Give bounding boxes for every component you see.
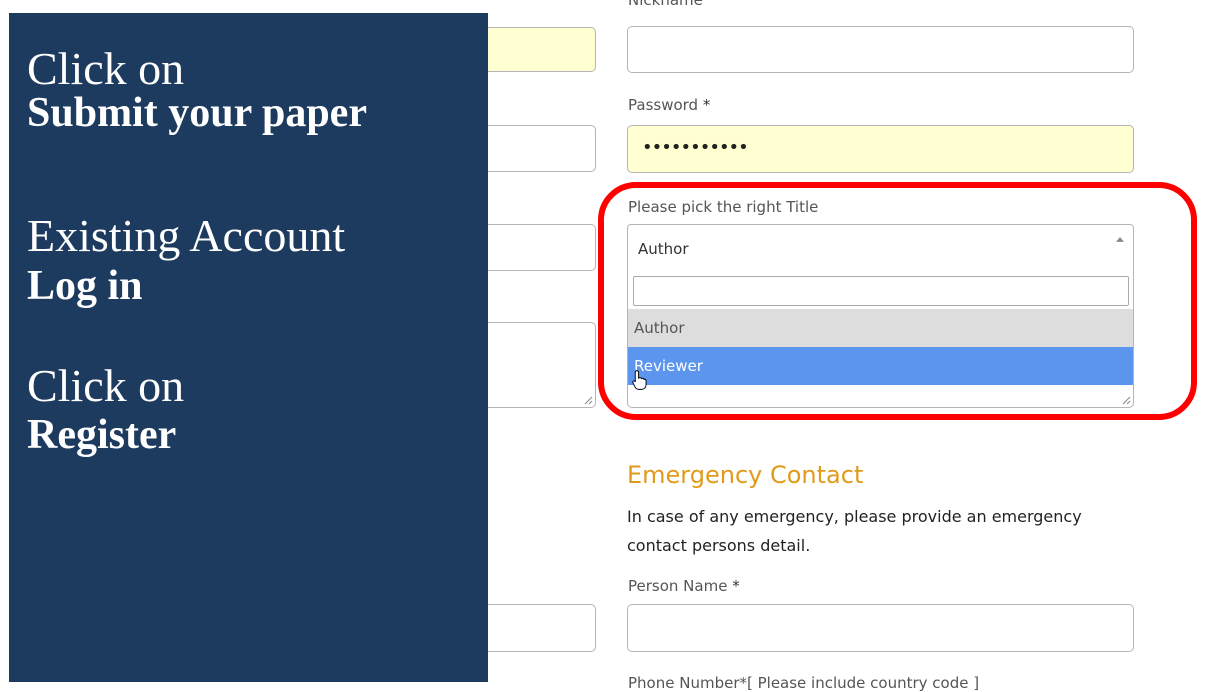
step2-line2: Log in bbox=[27, 263, 143, 309]
password-input[interactable]: ••••••••••• bbox=[627, 125, 1134, 173]
resize-grip-icon[interactable] bbox=[583, 395, 593, 405]
password-value: ••••••••••• bbox=[642, 137, 749, 158]
step1-line1: Click on bbox=[27, 43, 185, 94]
required-asterisk: * bbox=[732, 577, 740, 595]
instruction-overlay: Click on Submit your paper Existing Acco… bbox=[9, 13, 488, 682]
step1-line2: Submit your paper bbox=[27, 90, 367, 136]
person-name-input[interactable] bbox=[627, 604, 1134, 652]
step2-line1: Existing Account bbox=[27, 210, 346, 261]
required-asterisk: * bbox=[702, 96, 711, 114]
nickname-label: Nickname bbox=[628, 0, 703, 9]
nickname-input[interactable] bbox=[627, 26, 1134, 73]
emergency-description-line2: contact persons detail. bbox=[627, 536, 811, 555]
highlight-ring bbox=[598, 182, 1197, 420]
step3-line1: Click on bbox=[27, 360, 185, 411]
phone-label: Phone Number*[ Please include country co… bbox=[628, 674, 980, 692]
password-label: Password * bbox=[628, 96, 711, 114]
emergency-heading: Emergency Contact bbox=[627, 461, 864, 489]
step3-line2: Register bbox=[27, 412, 177, 458]
emergency-description-line1: In case of any emergency, please provide… bbox=[627, 507, 1082, 526]
person-name-label: Person Name * bbox=[628, 577, 740, 595]
